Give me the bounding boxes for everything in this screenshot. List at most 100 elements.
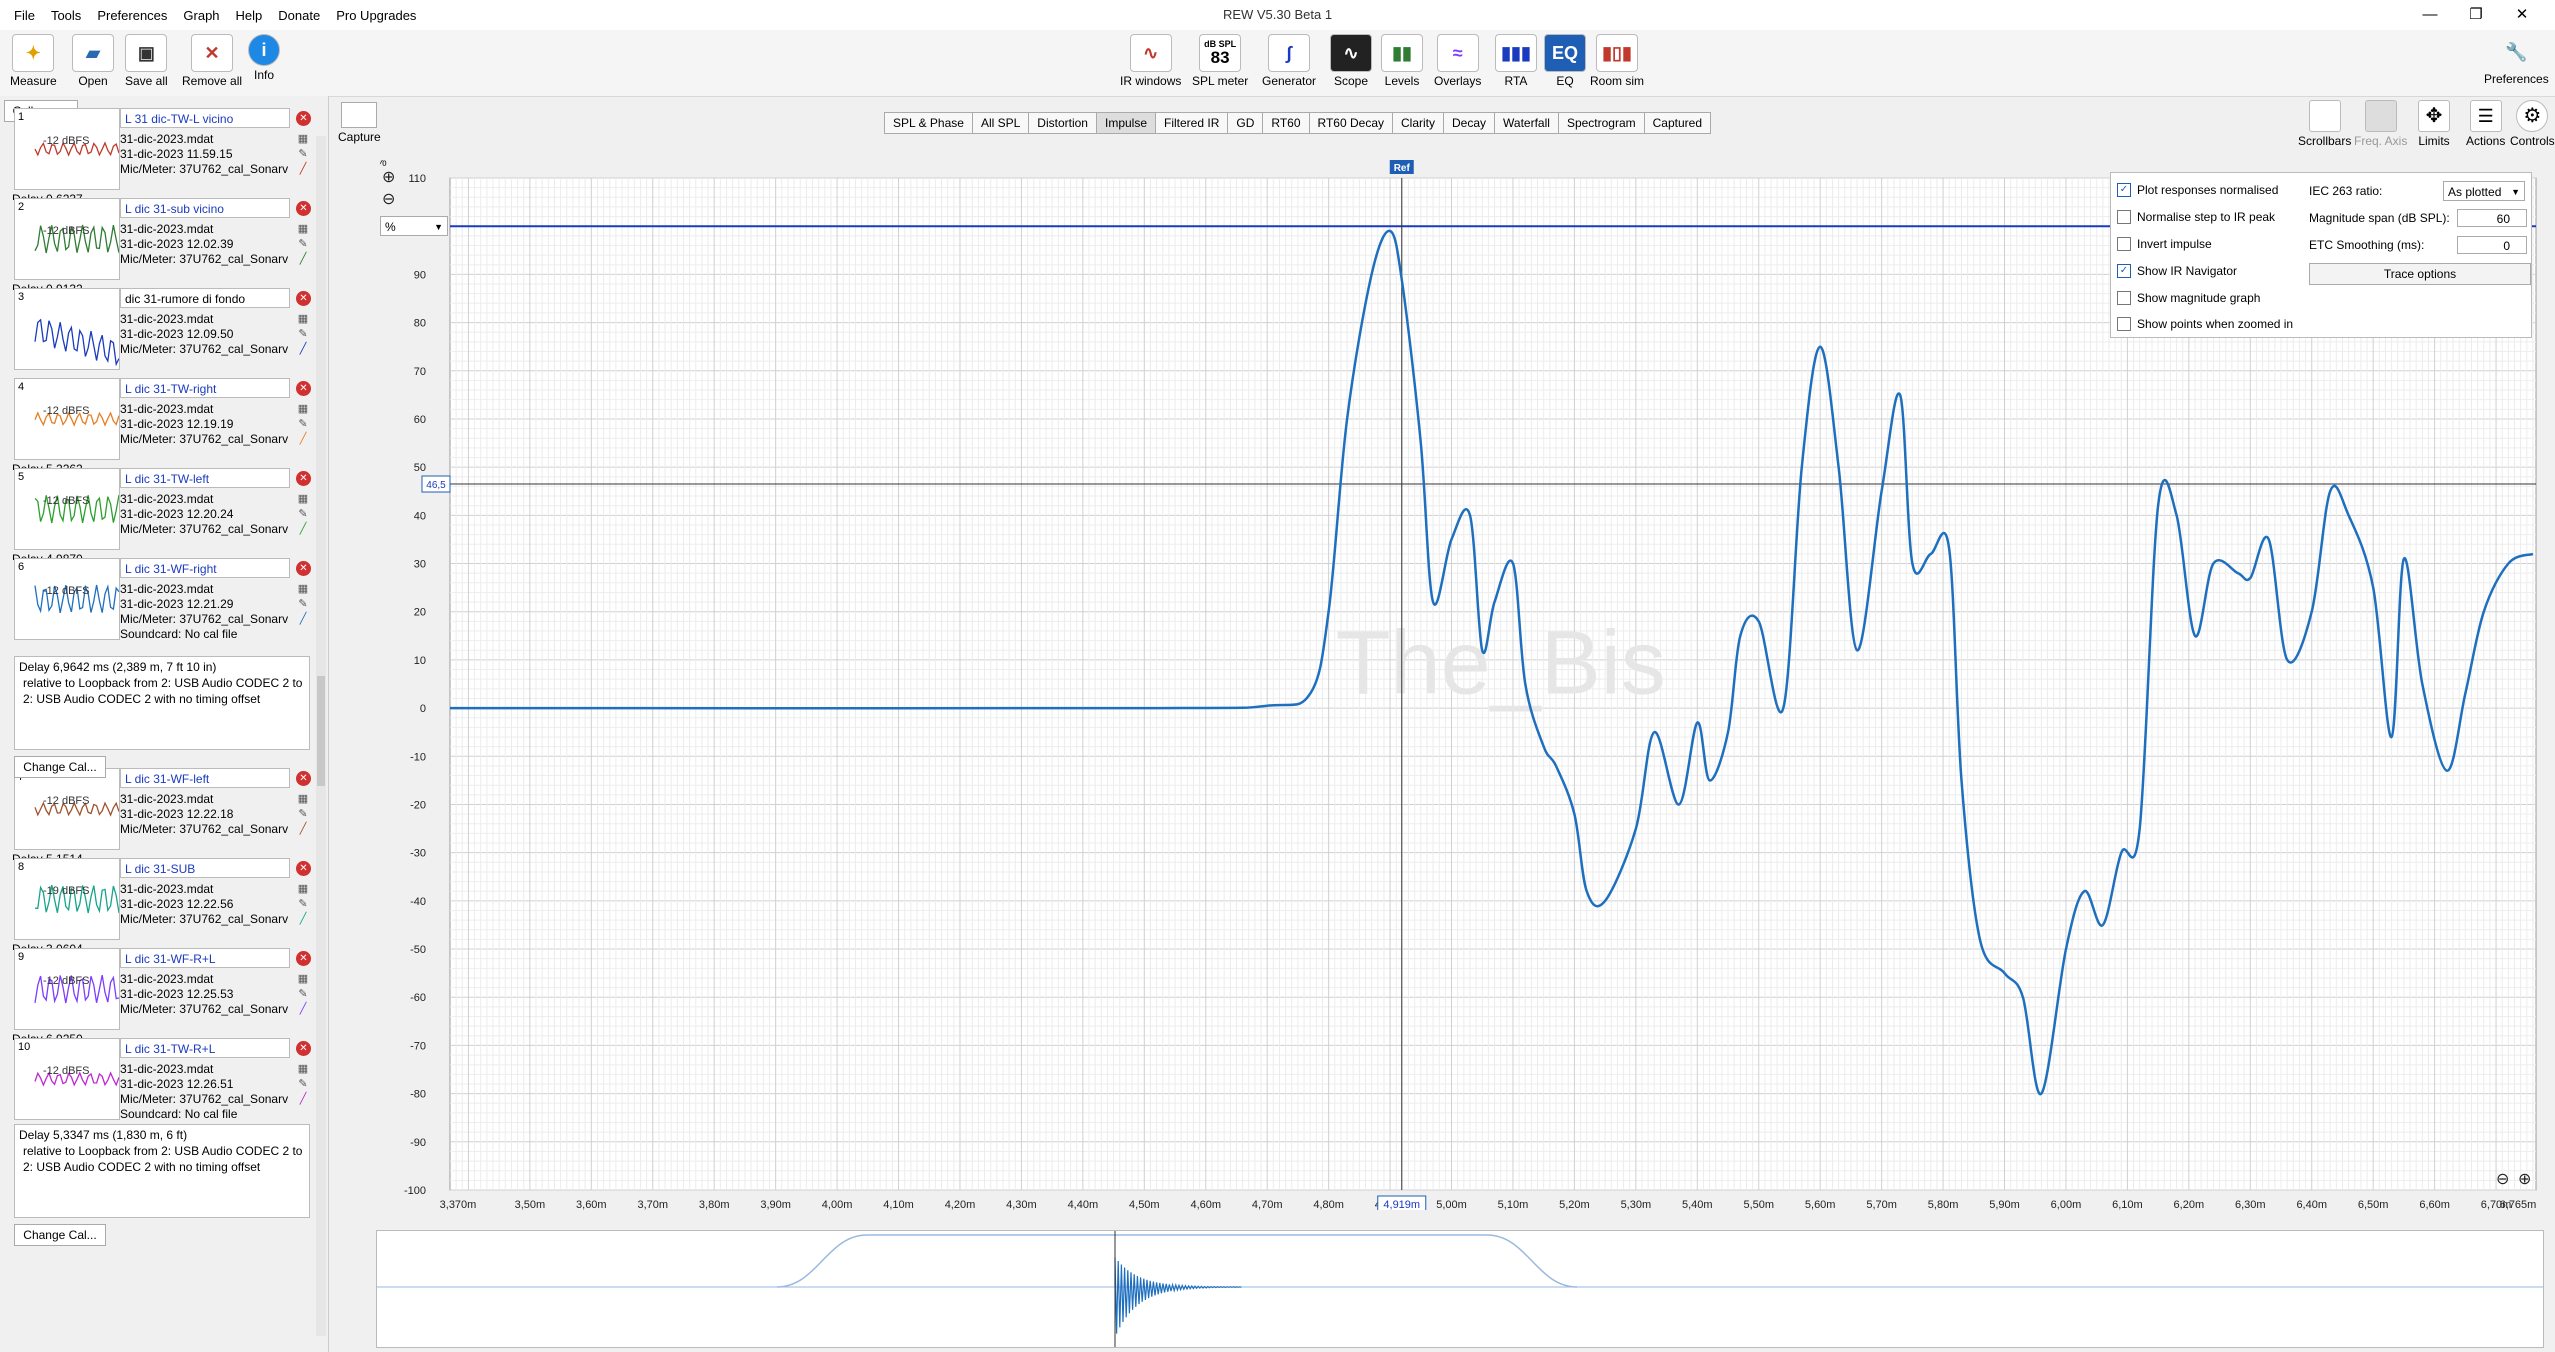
pen-icon[interactable]: ✎	[296, 147, 310, 161]
measurement-thumbnail[interactable]: 5 -12 dBFS	[14, 468, 120, 550]
trace-options-button[interactable]: Trace options	[2309, 263, 2531, 285]
chart-icon[interactable]: ▦	[296, 312, 310, 326]
measurement-name-field[interactable]: L dic 31-WF-R+L	[120, 948, 290, 968]
scrollbar-thumb[interactable]	[317, 676, 325, 786]
capture-button[interactable]: Capture	[338, 102, 381, 144]
chart-icon[interactable]: ▦	[296, 582, 310, 596]
generator-button[interactable]: ∫ Generator	[1262, 34, 1316, 88]
pen-icon[interactable]: ✎	[296, 987, 310, 1001]
maximize-button[interactable]: ❐	[2453, 2, 2499, 28]
pen-icon[interactable]: ✎	[296, 897, 310, 911]
rta-button[interactable]: ▮▮▮ RTA	[1495, 34, 1537, 88]
measurement-name-field[interactable]: L dic 31-WF-right	[120, 558, 290, 578]
line-icon[interactable]: ╱	[296, 522, 310, 536]
pen-icon[interactable]: ✎	[296, 597, 310, 611]
remove-measurement-icon[interactable]: ✕	[296, 951, 311, 966]
measurement-item[interactable]: 6 -12 dBFS L dic 31-WF-right ✕ 31-dic-2023.m…	[6, 558, 316, 648]
remove-measurement-icon[interactable]: ✕	[296, 561, 311, 576]
tab-all-spl[interactable]: All SPL	[971, 112, 1030, 134]
chart-icon[interactable]: ▦	[296, 1062, 310, 1076]
line-icon[interactable]: ╱	[296, 162, 310, 176]
menu-pro-upgrades[interactable]: Pro Upgrades	[328, 4, 424, 27]
measurement-name-field[interactable]: L dic 31-TW-right	[120, 378, 290, 398]
remove-measurement-icon[interactable]: ✕	[296, 381, 311, 396]
measurement-item[interactable]: 4 -12 dBFS L dic 31-TW-right ✕ 31-dic-2023.m…	[6, 378, 316, 470]
measurement-item[interactable]: 7-12 dBFSL dic 31-WF-left ✕ 31-dic-2023.md…	[6, 768, 316, 860]
menu-graph[interactable]: Graph	[175, 4, 227, 27]
normalise-step-checkbox[interactable]	[2117, 210, 2131, 224]
measurement-thumbnail[interactable]: 10 -12 dBFS	[14, 1038, 120, 1120]
measurement-name-field[interactable]: dic 31-rumore di fondo	[120, 288, 290, 308]
invert-impulse-checkbox[interactable]	[2117, 237, 2131, 251]
plot-normalised-checkbox[interactable]: ✓	[2117, 183, 2131, 197]
show-points-option[interactable]: Show points when zoomed in	[2117, 317, 2293, 331]
measurement-name-field[interactable]: L dic 31-TW-left	[120, 468, 290, 488]
invert-impulse-option[interactable]: Invert impulse	[2117, 237, 2212, 251]
sidebar-scrollbar[interactable]	[316, 136, 326, 1336]
zoom-in-x-icon[interactable]: ⊕	[2518, 1171, 2531, 1188]
magnitude-span-field[interactable]: 60	[2457, 209, 2527, 227]
remove-measurement-icon[interactable]: ✕	[296, 471, 311, 486]
measurement-thumbnail[interactable]: 7-12 dBFS	[14, 768, 120, 850]
menu-donate[interactable]: Donate	[270, 4, 328, 27]
measurement-thumbnail[interactable]: 1 -12 dBFS	[14, 108, 120, 190]
unit-select[interactable]: % ▼	[380, 216, 448, 236]
zoom-out-x-icon[interactable]: ⊖	[2496, 1171, 2509, 1188]
chart-icon[interactable]: ▦	[296, 402, 310, 416]
scope-button[interactable]: ∿ Scope	[1330, 34, 1372, 88]
show-ir-navigator-option[interactable]: ✓ Show IR Navigator	[2117, 264, 2237, 278]
tab-gd[interactable]: GD	[1227, 112, 1264, 134]
measurement-item[interactable]: 3 dic 31-rumore di fondo ✕ 31-dic-2023.mdat…	[6, 288, 316, 378]
line-icon[interactable]: ╱	[296, 342, 310, 356]
remove-measurement-icon[interactable]: ✕	[296, 291, 311, 306]
measurement-name-field[interactable]: L 31 dic-TW-L vicino	[120, 108, 290, 128]
pen-icon[interactable]: ✎	[296, 237, 310, 251]
chart-icon[interactable]: ▦	[296, 882, 310, 896]
tab-clarity[interactable]: Clarity	[1392, 112, 1445, 134]
etc-smoothing-field[interactable]: 0	[2457, 236, 2527, 254]
measurement-thumbnail[interactable]: 6 -12 dBFS	[14, 558, 120, 640]
chart-icon[interactable]: ▦	[296, 132, 310, 146]
chart-icon[interactable]: ▦	[296, 792, 310, 806]
line-icon[interactable]: ╱	[296, 432, 310, 446]
ir-navigator[interactable]	[376, 1230, 2544, 1348]
measurement-thumbnail[interactable]: 8 -19 dBFS	[14, 858, 120, 940]
show-ir-navigator-checkbox[interactable]: ✓	[2117, 264, 2131, 278]
tab-rt60[interactable]: RT60	[1262, 112, 1310, 134]
remove-measurement-icon[interactable]: ✕	[296, 111, 311, 126]
chart-icon[interactable]: ▦	[296, 972, 310, 986]
measurement-thumbnail[interactable]: 3	[14, 288, 120, 370]
measurement-item[interactable]: 1 -12 dBFS L 31 dic-TW-L vicino ✕ 31-dic-202…	[6, 108, 316, 200]
levels-button[interactable]: ▮▮ Levels	[1381, 34, 1423, 88]
menu-file[interactable]: File	[6, 4, 43, 27]
menu-help[interactable]: Help	[228, 4, 271, 27]
measurement-item[interactable]: 8 -19 dBFS L dic 31-SUB ✕ 31-dic-2023.mdat 31…	[6, 858, 316, 950]
controls-button[interactable]: ⚙ Controls	[2510, 100, 2555, 148]
measurement-notes[interactable]: Delay 6,9642 ms (2,389 m, 7 ft 10 in) rel…	[14, 656, 310, 750]
tab-impulse[interactable]: Impulse	[1095, 112, 1157, 134]
eq-button[interactable]: EQ EQ	[1544, 34, 1586, 88]
spl-meter-button[interactable]: dB SPL 83 SPL meter	[1192, 34, 1248, 88]
measurement-name-field[interactable]: L dic 31-TW-R+L	[120, 1038, 290, 1058]
tab-waterfall[interactable]: Waterfall	[1494, 112, 1559, 134]
measurement-name-field[interactable]: L dic 31-sub vicino	[120, 198, 290, 218]
preferences-button[interactable]: 🔧 Preferences	[2484, 34, 2549, 87]
line-icon[interactable]: ╱	[296, 252, 310, 266]
remove-all-button[interactable]: ✕ Remove all	[182, 34, 242, 88]
measure-button[interactable]: ✦ Measure	[10, 34, 57, 88]
line-icon[interactable]: ╱	[296, 612, 310, 626]
tab-captured[interactable]: Captured	[1643, 112, 1712, 134]
measurement-name-field[interactable]: L dic 31-SUB	[120, 858, 290, 878]
pen-icon[interactable]: ✎	[296, 417, 310, 431]
overlays-button[interactable]: ≈ Overlays	[1434, 34, 1481, 88]
measurement-item[interactable]: 5 -12 dBFS L dic 31-TW-left ✕ 31-dic-2023.md…	[6, 468, 316, 560]
measurement-item[interactable]: 9 -12 dBFS L dic 31-WF-R+L ✕ 31-dic-2023.mda…	[6, 948, 316, 1040]
change-cal-button[interactable]: Change Cal...	[14, 1224, 106, 1246]
scrollbars-button[interactable]: Scrollbars	[2298, 100, 2351, 148]
remove-measurement-icon[interactable]: ✕	[296, 861, 311, 876]
limits-button[interactable]: ✥ Limits	[2418, 100, 2450, 148]
iec-ratio-select[interactable]: As plotted ▼	[2443, 181, 2525, 201]
zoom-out-icon[interactable]: ⊖	[382, 191, 395, 208]
measurement-name-field[interactable]: L dic 31-WF-left	[120, 768, 290, 788]
menu-preferences[interactable]: Preferences	[89, 4, 175, 27]
